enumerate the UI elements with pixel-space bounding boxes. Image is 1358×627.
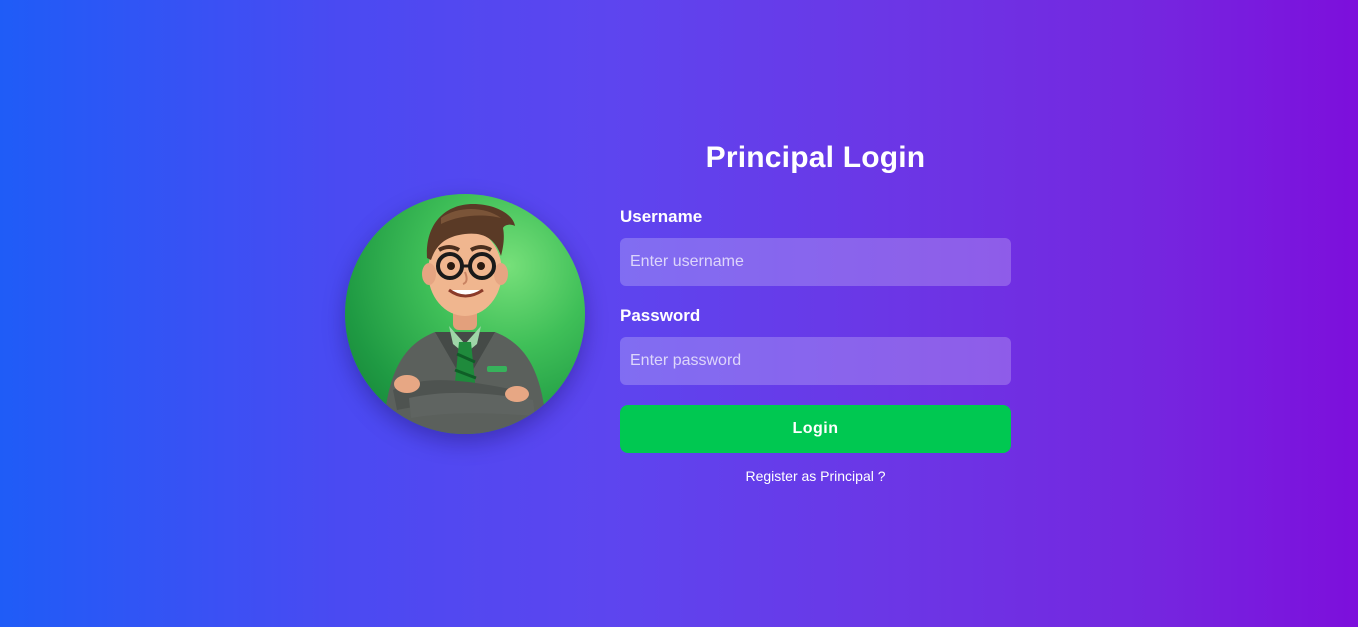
login-button[interactable]: Login bbox=[620, 405, 1011, 453]
password-input[interactable]: Enter password bbox=[620, 337, 1011, 385]
register-principal-link[interactable]: Register as Principal ? bbox=[620, 467, 1011, 485]
principal-avatar bbox=[345, 194, 585, 434]
page-title: Principal Login bbox=[705, 141, 926, 174]
username-input[interactable]: Enter username bbox=[620, 238, 1011, 286]
password-label: Password bbox=[620, 306, 701, 325]
login-form: Principal Login Username Enter username … bbox=[620, 130, 1011, 485]
username-label: Username bbox=[620, 207, 703, 226]
principal-avatar-icon bbox=[383, 204, 547, 434]
